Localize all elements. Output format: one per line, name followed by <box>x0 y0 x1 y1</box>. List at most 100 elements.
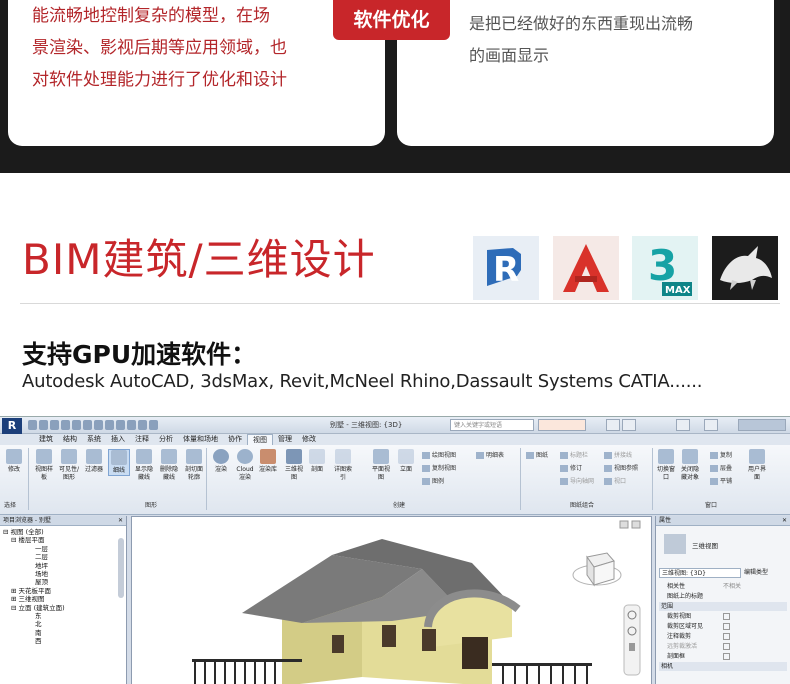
cut-profile-button[interactable]: 剖切面轮廓 <box>183 449 205 482</box>
save-icon[interactable] <box>39 420 48 430</box>
input-method-bar[interactable] <box>538 419 586 431</box>
switch-window-icon[interactable] <box>149 420 158 430</box>
callout-button[interactable]: 详图索引 <box>332 449 354 482</box>
close-view-button[interactable] <box>631 520 641 529</box>
cloud-render-button[interactable]: Cloud渲染 <box>234 449 256 482</box>
checkbox[interactable] <box>723 643 730 650</box>
tab-architecture[interactable]: 建筑 <box>34 434 58 445</box>
property-row[interactable]: 裁剪区域可见 <box>659 622 787 631</box>
3d-view-icon[interactable] <box>105 420 114 430</box>
checkbox[interactable] <box>723 633 730 640</box>
render-gallery-button[interactable]: 渲染库 <box>257 449 279 474</box>
tab-annotate[interactable]: 注释 <box>130 434 154 445</box>
pan-icon[interactable] <box>629 643 635 651</box>
viewports-button[interactable]: 视口 <box>604 476 626 485</box>
minimize-button[interactable] <box>606 419 620 431</box>
section-button[interactable]: 剖面 <box>306 449 328 474</box>
replicate-button[interactable]: 复制 <box>710 450 732 459</box>
help-icon[interactable] <box>704 419 718 431</box>
filters-button[interactable]: 过滤器 <box>83 449 105 474</box>
property-row[interactable]: 图纸上的标题 <box>659 592 787 601</box>
view-selector[interactable]: 三维视图: {3D} <box>659 568 741 578</box>
property-row[interactable]: 注释裁剪 <box>659 632 787 641</box>
maximize-button[interactable] <box>622 419 636 431</box>
sheet-button[interactable]: 图纸 <box>526 450 548 459</box>
property-row[interactable]: 裁剪视图 <box>659 612 787 621</box>
tree-item[interactable]: 西 <box>3 637 126 645</box>
measure-icon[interactable] <box>83 420 92 430</box>
show-hidden-lines-button[interactable]: 显示隐藏线 <box>133 449 155 482</box>
tree-item[interactable]: 场地 <box>3 570 126 578</box>
thin-lines-icon[interactable] <box>127 420 136 430</box>
tab-manage[interactable]: 管理 <box>273 434 297 445</box>
3d-viewport[interactable] <box>131 516 652 684</box>
tree-item[interactable]: 二层 <box>3 553 126 561</box>
section-icon[interactable] <box>116 420 125 430</box>
text-icon[interactable] <box>94 420 103 430</box>
property-row[interactable]: 剖面框 <box>659 652 787 661</box>
property-section[interactable]: 相机 <box>659 662 787 671</box>
switch-windows-button[interactable]: 切换窗口 <box>655 449 677 482</box>
guide-grid-button[interactable]: 导向轴网 <box>560 476 594 485</box>
property-section[interactable]: 范围 <box>659 602 787 611</box>
tile-button[interactable]: 平铺 <box>710 476 732 485</box>
property-row[interactable]: 相关性 不相关 <box>659 582 787 591</box>
drafting-view-button[interactable]: 绘图视图 <box>422 450 456 459</box>
tree-item[interactable]: 北 <box>3 620 126 628</box>
close-icon[interactable]: ✕ <box>118 516 123 526</box>
close-icon[interactable] <box>676 419 690 431</box>
view-template-button[interactable]: 视图样板 <box>33 449 55 482</box>
close-hidden-icon[interactable] <box>138 420 147 430</box>
tab-modify[interactable]: 修改 <box>297 434 321 445</box>
duplicate-view-button[interactable]: 复制视图 <box>422 463 456 472</box>
modify-button[interactable]: 修改 <box>3 449 25 474</box>
legends-button[interactable]: 图例 <box>422 476 444 485</box>
revit-logo[interactable]: R <box>2 418 22 434</box>
tree-item[interactable]: 南 <box>3 629 126 637</box>
search-input[interactable]: 键入关键字或短语 <box>450 419 534 431</box>
tree-item[interactable]: ⊟ 立面 (建筑立面) <box>3 604 126 612</box>
tab-massing[interactable]: 体量和场地 <box>178 434 223 445</box>
checkbox[interactable] <box>723 653 730 660</box>
tree-item[interactable]: ⊞ 三维视图 <box>3 595 126 603</box>
matchline-button[interactable]: 拼接线 <box>604 450 632 459</box>
tab-structure[interactable]: 结构 <box>58 434 82 445</box>
tab-insert[interactable]: 插入 <box>106 434 130 445</box>
cascade-button[interactable]: 层叠 <box>710 463 732 472</box>
tree-item[interactable]: ⊞ 天花板平面 <box>3 587 126 595</box>
tree-item[interactable]: 一层 <box>3 545 126 553</box>
scrollbar[interactable] <box>118 538 124 598</box>
navigation-bar[interactable] <box>623 604 641 676</box>
viewcube[interactable] <box>572 552 622 587</box>
checkbox[interactable] <box>723 623 730 630</box>
view-reference-button[interactable]: 视图参照 <box>604 463 638 472</box>
3d-view-button[interactable]: 三维视图 <box>283 449 305 482</box>
titleblock-button[interactable]: 标题栏 <box>560 450 588 459</box>
checkbox[interactable] <box>723 613 730 620</box>
visibility-button[interactable]: 可见性/图形 <box>58 449 80 482</box>
close-hidden-button[interactable]: 关闭隐藏对象 <box>679 449 701 482</box>
user-interface-button[interactable]: 用户界面 <box>746 449 768 482</box>
close-icon[interactable]: ✕ <box>782 516 787 526</box>
elevation-button[interactable]: 立面 <box>395 449 417 474</box>
open-icon[interactable] <box>28 420 37 430</box>
revisions-button[interactable]: 修订 <box>560 463 582 472</box>
edit-type-button[interactable]: 编辑类型 <box>744 568 768 578</box>
tree-item[interactable]: 屋顶 <box>3 578 126 586</box>
tab-view[interactable]: 视图 <box>247 434 273 445</box>
render-button[interactable]: 渲染 <box>210 449 232 474</box>
tab-systems[interactable]: 系统 <box>82 434 106 445</box>
remove-hidden-lines-button[interactable]: 删除隐藏线 <box>158 449 180 482</box>
redo-icon[interactable] <box>61 420 70 430</box>
tree-item[interactable]: 地坪 <box>3 562 126 570</box>
property-row[interactable]: 远剪裁激活 <box>659 642 787 651</box>
thin-lines-button[interactable]: 细线 <box>108 449 130 476</box>
tab-collaborate[interactable]: 协作 <box>223 434 247 445</box>
restore-view-button[interactable] <box>619 520 629 529</box>
window-controls[interactable] <box>738 419 786 431</box>
schedules-button[interactable]: 明细表 <box>476 450 504 459</box>
plan-view-button[interactable]: 平面视图 <box>370 449 392 482</box>
tree-item[interactable]: ⊟ 楼层平面 <box>3 536 126 544</box>
undo-icon[interactable] <box>50 420 59 430</box>
tree-item[interactable]: 东 <box>3 612 126 620</box>
